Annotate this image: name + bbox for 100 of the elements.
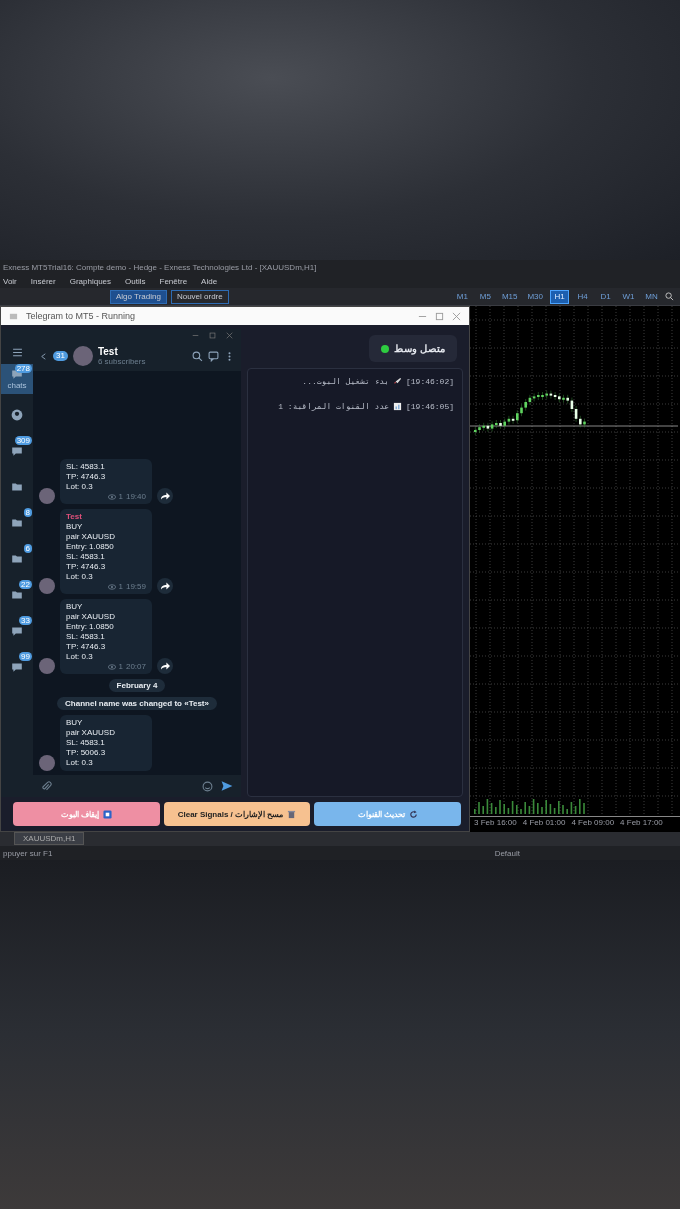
message-line: TP: 4746.3 — [66, 562, 107, 572]
send-icon[interactable] — [221, 780, 233, 792]
chart-tab[interactable]: XAUUSDm,H1 — [14, 832, 85, 845]
status-text: متصل وسط — [394, 343, 445, 354]
folder-tab[interactable]: 6 — [1, 544, 33, 574]
message-line: pair XAUUSD — [66, 612, 116, 622]
rocket-icon — [392, 377, 402, 386]
timeframe-button[interactable]: M15 — [498, 289, 521, 304]
chat-bubble-icon — [11, 625, 23, 637]
message-time: 20:07 — [125, 662, 146, 671]
menu-item[interactable]: Fenêtre — [159, 276, 188, 286]
forward-button[interactable] — [157, 658, 173, 674]
message-time: 19:59 — [125, 582, 146, 591]
timeframe-button[interactable]: H1 — [550, 289, 569, 304]
folder-tab[interactable]: 99 — [1, 652, 33, 682]
unread-badge: 33 — [19, 616, 32, 625]
log-message: بدء تشغيل البوت... — [302, 377, 389, 386]
menu-item[interactable]: Voir — [3, 276, 17, 286]
sender-avatar — [39, 658, 55, 674]
unread-badge: 22 — [19, 580, 32, 589]
toolbar-button[interactable]: Nouvel ordre — [170, 289, 229, 304]
message-line: pair XAUUSD — [66, 532, 116, 542]
eye-icon — [107, 662, 116, 671]
chat-bubble-icon — [11, 661, 23, 673]
folder-label: chats — [7, 381, 27, 390]
folder-tab[interactable]: 33 — [1, 616, 33, 646]
trash-icon — [287, 809, 297, 819]
menu-item[interactable]: Graphiques — [69, 276, 112, 286]
unread-badge: 8 — [23, 508, 32, 517]
share-arrow-icon — [160, 662, 170, 670]
search-icon[interactable] — [665, 292, 674, 301]
message-line: TP: 4746.3 — [66, 472, 107, 482]
axis-label: 4 Feb 17:00 — [620, 818, 663, 827]
share-arrow-icon — [160, 492, 170, 500]
sender-avatar — [39, 488, 55, 504]
person-icon — [11, 409, 23, 421]
view-count: 1 — [118, 492, 123, 501]
share-arrow-icon — [160, 582, 170, 590]
view-count: 1 — [118, 662, 123, 671]
axis-label: 4 Feb 01:00 — [522, 818, 566, 827]
window-title: Exness MT5Trial16: Compte demo - Hedge - Exness Technologies Ltd - [XAUUSDm,H1] — [3, 262, 317, 272]
message-line: Lot: 0.3 — [66, 758, 94, 768]
menu-icon[interactable] — [11, 347, 23, 358]
timeframe-button[interactable]: D1 — [596, 289, 615, 304]
folder-tab[interactable]: 309 — [1, 436, 33, 466]
channel-avatar — [72, 346, 93, 366]
message-line: Entry: 1.0850 — [66, 622, 115, 632]
message-line: BUY — [66, 522, 84, 532]
folder-tab[interactable]: chats 278 — [1, 364, 33, 394]
search-icon[interactable] — [192, 350, 203, 362]
close-icon[interactable] — [226, 331, 233, 339]
chat-bubble-icon — [11, 445, 23, 457]
message-line: Lot: 0.3 — [66, 572, 94, 582]
sender-name: Test — [66, 512, 83, 522]
timeframe-button[interactable]: M30 — [524, 289, 546, 304]
timeframe-button[interactable]: M1 — [452, 289, 472, 304]
timeframe-button[interactable]: H4 — [573, 289, 592, 304]
folder-icon — [11, 517, 23, 529]
message-line: TP: 5006.3 — [66, 748, 107, 758]
message-line: SL: 4583.1 — [66, 738, 106, 748]
menu-item[interactable]: Aide — [201, 276, 218, 286]
folder-icon — [11, 589, 23, 601]
message-line: SL: 4583.1 — [66, 462, 106, 472]
timeframe-button[interactable]: MN — [642, 289, 661, 304]
menu-item[interactable]: Outils — [125, 276, 146, 286]
folder-icon — [11, 553, 23, 565]
message-line: pair XAUUSD — [66, 728, 116, 738]
maximize-icon[interactable] — [435, 311, 444, 321]
timeframe-button[interactable]: M5 — [475, 289, 495, 304]
status-hint: ppuyer sur F1 — [3, 848, 53, 858]
unread-badge: 99 — [19, 652, 32, 661]
toolbar-button[interactable]: Algo Trading — [110, 289, 167, 304]
log-time: [19:46:02] — [405, 377, 454, 386]
forward-button[interactable] — [157, 488, 173, 504]
unread-badge: 278 — [14, 364, 32, 373]
forward-button[interactable] — [157, 578, 173, 594]
folder-tab[interactable]: 22 — [1, 580, 33, 610]
chart-icon — [392, 402, 402, 411]
profile-name: Default — [494, 848, 520, 858]
menu-item[interactable]: Insérer — [30, 276, 56, 286]
message-line: Lot: 0.3 — [66, 652, 94, 662]
message-line: Lot: 0.3 — [66, 482, 94, 492]
app-icon — [9, 311, 18, 321]
message-line: Entry: 1.0850 — [66, 542, 115, 552]
message-line: BUY — [66, 602, 84, 612]
paperclip-icon[interactable] — [41, 780, 52, 792]
action-button[interactable]: Clear Signals / مسح الإشارات — [163, 802, 311, 826]
emoji-icon[interactable] — [202, 780, 213, 792]
message-time: 19:40 — [125, 492, 146, 501]
message-line: BUY — [66, 718, 84, 728]
comments-icon[interactable] — [208, 350, 219, 362]
eye-icon — [107, 582, 116, 591]
timeframe-button[interactable]: W1 — [619, 289, 638, 304]
channel-name: Test — [97, 346, 119, 357]
view-count: 1 — [118, 582, 123, 591]
window-title: Telegram to MT5 - Running — [26, 311, 137, 321]
message-line: SL: 4583.1 — [66, 632, 106, 642]
unread-badge: 31 — [53, 351, 68, 361]
folder-icon — [11, 481, 23, 493]
folder-tab[interactable]: 8 — [1, 508, 33, 538]
